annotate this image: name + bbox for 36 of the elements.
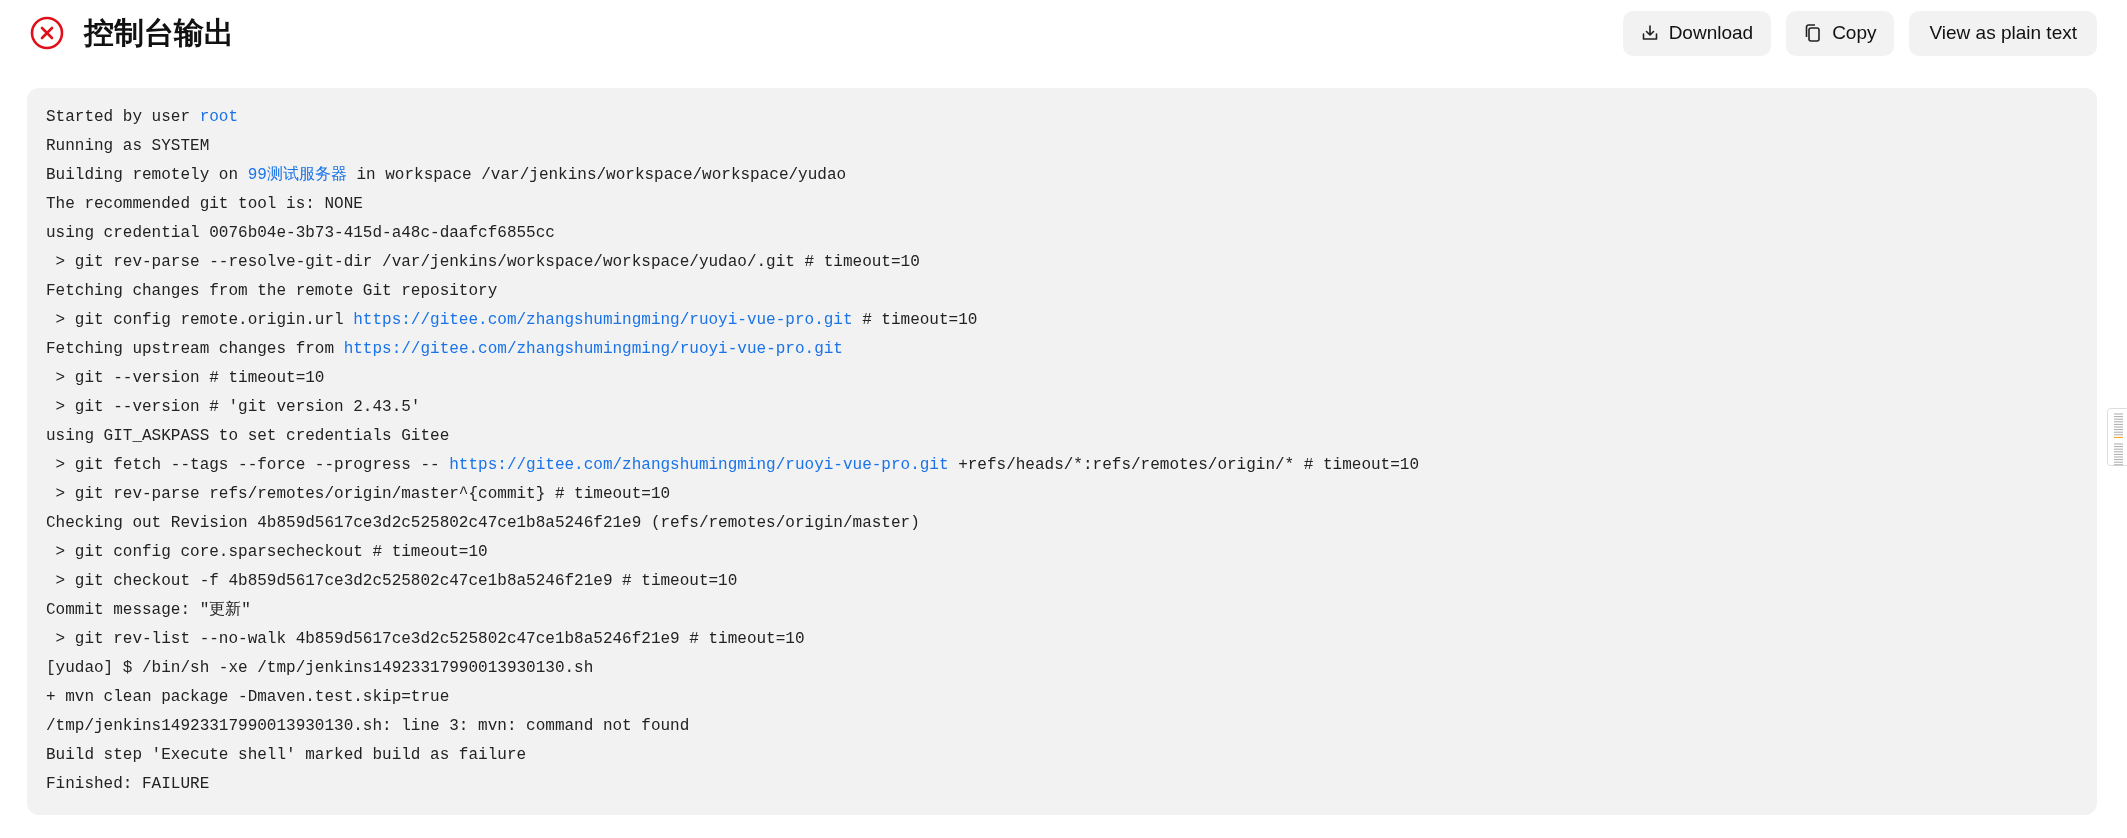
log-line: > git fetch --tags --force --progress -- https://gitee.com/zhangshumingming/ruoyi-vue-pro.git +refs/heads/*:refs/remotes/origin/* # timeout=10: [54, 455, 1420, 476]
log-line: Fetching upstream changes from https://gitee.com/zhangshumingming/ruoyi-vue-pro.git: [46, 339, 843, 360]
log-link[interactable]: https://gitee.com/zhangshumingming/ruoyi-vue-pro.git: [343, 340, 843, 358]
log-line: Commit message: "更新": [46, 599, 251, 621]
log-line: /tmp/jenkins14923317990013930130.sh: line 3: mvn: command not found: [46, 716, 690, 737]
log-link[interactable]: https://gitee.com/zhangshumingming/ruoyi-vue-pro.git: [353, 311, 853, 329]
download-button[interactable]: Download: [1622, 10, 1772, 56]
log-line: > git rev-parse refs/remotes/origin/master^{commit} # timeout=10: [54, 484, 671, 505]
log-line: > git config core.sparsecheckout # timeout=10: [54, 542, 488, 563]
log-line: Running as SYSTEM: [46, 136, 210, 157]
view-plain-text-button[interactable]: View as plain text: [1909, 10, 2097, 56]
log-line: Building remotely on 99测试服务器 in workspace /var/jenkins/workspace/workspace/yudao: [46, 165, 847, 186]
log-line: > git checkout -f 4b859d5617ce3d2c525802c47ce1b8a5246f21e9 # timeout=10: [54, 571, 738, 592]
page-title: 控制台输出: [84, 14, 235, 51]
minimap-icon[interactable]: [2107, 408, 2127, 466]
log-line: Build step 'Execute shell' marked build as failure: [46, 745, 527, 766]
log-line: Fetching changes from the remote Git repository: [46, 281, 498, 302]
log-line: > git config remote.origin.url https://gitee.com/zhangshumingming/ruoyi-vue-pro.git # timeout=10: [54, 310, 978, 331]
log-line: using GIT_ASKPASS to set credentials Gitee: [46, 426, 450, 447]
log-link[interactable]: https://gitee.com/zhangshumingming/ruoyi-vue-pro.git: [449, 456, 949, 474]
log-line: > git rev-list --no-walk 4b859d5617ce3d2c525802c47ce1b8a5246f21e9 # timeout=10: [54, 629, 805, 650]
log-line: using credential 0076b04e-3b73-415d-a48c-daafcf6855cc: [46, 223, 555, 244]
log-line: The recommended git tool is: NONE: [46, 194, 363, 215]
log-line: > git --version # 'git version 2.43.5': [54, 397, 421, 418]
log-link[interactable]: 99测试服务器: [247, 166, 347, 184]
log-line: Started by user root: [46, 107, 239, 128]
log-line: Checking out Revision 4b859d5617ce3d2c525802c47ce1b8a5246f21e9 (refs/remotes/origin/master): [46, 513, 920, 534]
copy-button[interactable]: Copy: [1786, 10, 1895, 56]
log-line: Finished: FAILURE: [46, 774, 210, 795]
log-line: > git rev-parse --resolve-git-dir /var/jenkins/workspace/workspace/yudao/.git # timeout=10: [54, 252, 920, 273]
copy-icon: [1804, 23, 1823, 43]
log-line: > git --version # timeout=10: [54, 368, 325, 389]
download-icon: [1640, 24, 1659, 42]
log-line: + mvn clean package -Dmaven.test.skip=true: [46, 687, 450, 708]
log-link[interactable]: root: [199, 108, 239, 126]
log-line: [yudao] $ /bin/sh -xe /tmp/jenkins14923317990013930130.sh: [46, 658, 594, 679]
